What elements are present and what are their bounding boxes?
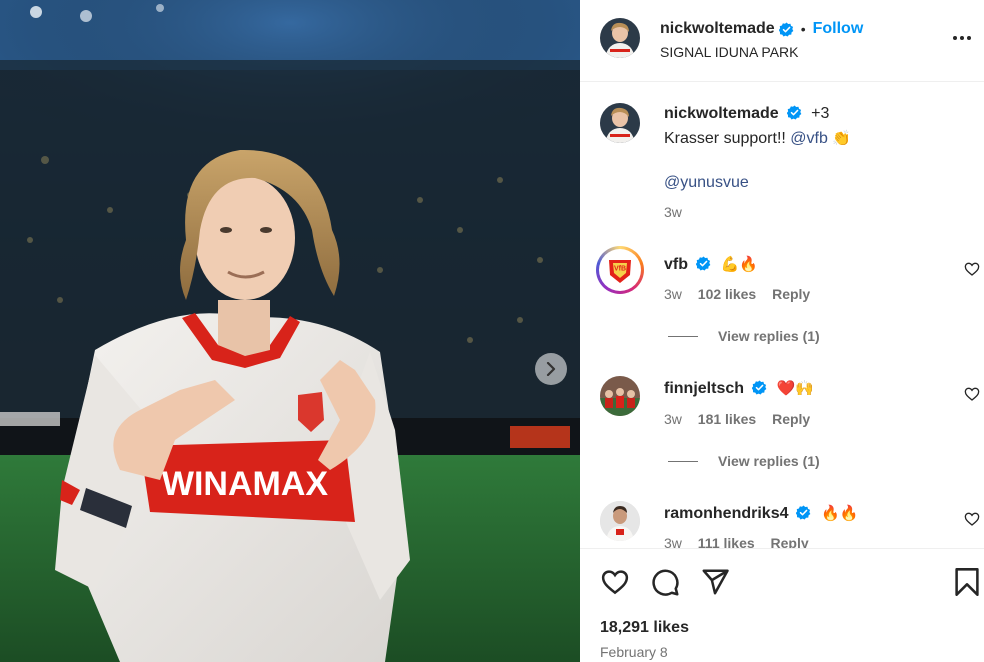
comment-header-ramonhendriks4: ramonhendriks4 🔥🔥 [664,502,858,525]
verified-badge-icon [778,21,794,37]
caption-username[interactable]: nickwoltemade [664,105,779,122]
comments-section[interactable]: nickwoltemade +3 Krasser support!! @vfb … [580,83,984,548]
chevron-right-icon [546,362,556,376]
comment-time-vfb[interactable]: 3w [664,286,682,302]
view-replies-label-vfb[interactable]: View replies (1) [718,328,820,344]
caption-time[interactable]: 3w [664,204,682,220]
post-header: nickwoltemade • Follow SIGNAL IDUNA PARK [580,0,984,82]
comment-avatar-vfb[interactable]: VfB [596,246,644,294]
author-username[interactable]: nickwoltemade [660,20,775,38]
comment-meta-finnjeltsch: 3w 181 likes Reply [664,411,822,427]
vfb-crest-icon: VfB [601,251,639,289]
replies-divider-line [668,335,698,337]
more-options-icon[interactable] [952,28,972,48]
follow-button[interactable]: Follow [813,20,864,38]
comment-username-vfb[interactable]: vfb [664,256,688,273]
comment-likes-finnjeltsch[interactable]: 181 likes [698,411,756,427]
comment-meta-ramonhendriks4: 3w 111 likes Reply [664,535,821,548]
caption-emoji: 👏 [832,129,852,147]
comment-likes-vfb[interactable]: 102 likes [698,286,756,302]
caption-avatar[interactable] [600,103,640,143]
author-avatar[interactable] [600,18,640,58]
verified-badge-icon [786,105,802,120]
like-comment-heart-icon[interactable] [964,261,980,277]
like-heart-icon[interactable] [600,567,630,597]
comment-time-finnjeltsch[interactable]: 3w [664,411,682,427]
post-location[interactable]: SIGNAL IDUNA PARK [660,44,798,60]
comment-meta-vfb: 3w 102 likes Reply [664,286,822,302]
caption-header: nickwoltemade +3 [664,103,829,125]
comment-time-ramonhendriks4[interactable]: 3w [664,535,682,548]
comment-emoji-finnjeltsch: ❤️🙌 [776,379,814,397]
post-date[interactable]: February 8 [600,644,668,660]
comment-reply-button-finnjeltsch[interactable]: Reply [772,411,810,427]
caption-mention-line: @yunusvue [664,172,749,194]
caption-text-line: Krasser support!! @vfb 👏 [664,127,851,150]
verified-badge-icon [696,256,711,271]
post-side-panel: nickwoltemade • Follow SIGNAL IDUNA PARK [580,0,984,662]
caption-mention-vfb[interactable]: @vfb [790,130,828,147]
view-replies-vfb[interactable]: View replies (1) [668,328,820,344]
comment-emoji-vfb: 💪🔥 [720,255,758,273]
author-avatar-image [600,18,640,58]
view-replies-finnjeltsch[interactable]: View replies (1) [668,453,820,469]
post-likes-count[interactable]: 18,291 likes [600,619,689,637]
caption-text: Krasser support!! [664,130,786,147]
comment-avatar-finnjeltsch[interactable] [600,376,640,416]
ramonhendriks4-avatar-image [600,501,640,541]
comment-header-finnjeltsch: finnjeltsch ❤️🙌 [664,377,814,400]
caption-avatar-image [600,103,640,143]
verified-badge-icon [796,505,811,520]
comment-reply-button-ramonhendriks4[interactable]: Reply [771,535,809,548]
separator-dot: • [800,21,806,37]
like-comment-heart-icon[interactable] [964,511,980,527]
next-photo-button[interactable] [535,353,567,385]
coauthors-count[interactable]: +3 [811,105,829,122]
view-replies-label-finnjeltsch[interactable]: View replies (1) [718,453,820,469]
share-paper-plane-icon[interactable] [700,567,730,597]
svg-text:VfB: VfB [614,266,626,273]
caption-meta: 3w [664,204,694,220]
comment-bubble-icon[interactable] [650,567,680,597]
replies-divider-line [668,460,698,462]
post-photo[interactable]: WINAMAX [0,0,580,662]
comment-username-finnjeltsch[interactable]: finnjeltsch [664,380,744,397]
caption-mention-yunusvue[interactable]: @yunusvue [664,174,749,191]
finnjeltsch-avatar-image [600,376,640,416]
comment-header-vfb: vfb 💪🔥 [664,253,758,276]
comment-likes-ramonhendriks4[interactable]: 111 likes [698,535,755,548]
comment-emoji-ramonhendriks4: 🔥🔥 [820,504,859,522]
post-action-bar: 18,291 likes February 8 [580,548,984,662]
comment-username-ramonhendriks4[interactable]: ramonhendriks4 [664,505,788,522]
photo-illustration: WINAMAX [0,0,580,662]
instagram-post-view: WINAMAX nickwoltemade • Follow SIGNAL ID… [0,0,984,662]
like-comment-heart-icon[interactable] [964,386,980,402]
comment-avatar-ramonhendriks4[interactable] [600,501,640,541]
save-bookmark-icon[interactable] [954,567,980,597]
jersey-sponsor-text: WINAMAX [162,465,329,503]
comment-reply-button-vfb[interactable]: Reply [772,286,810,302]
verified-badge-icon [752,380,767,395]
